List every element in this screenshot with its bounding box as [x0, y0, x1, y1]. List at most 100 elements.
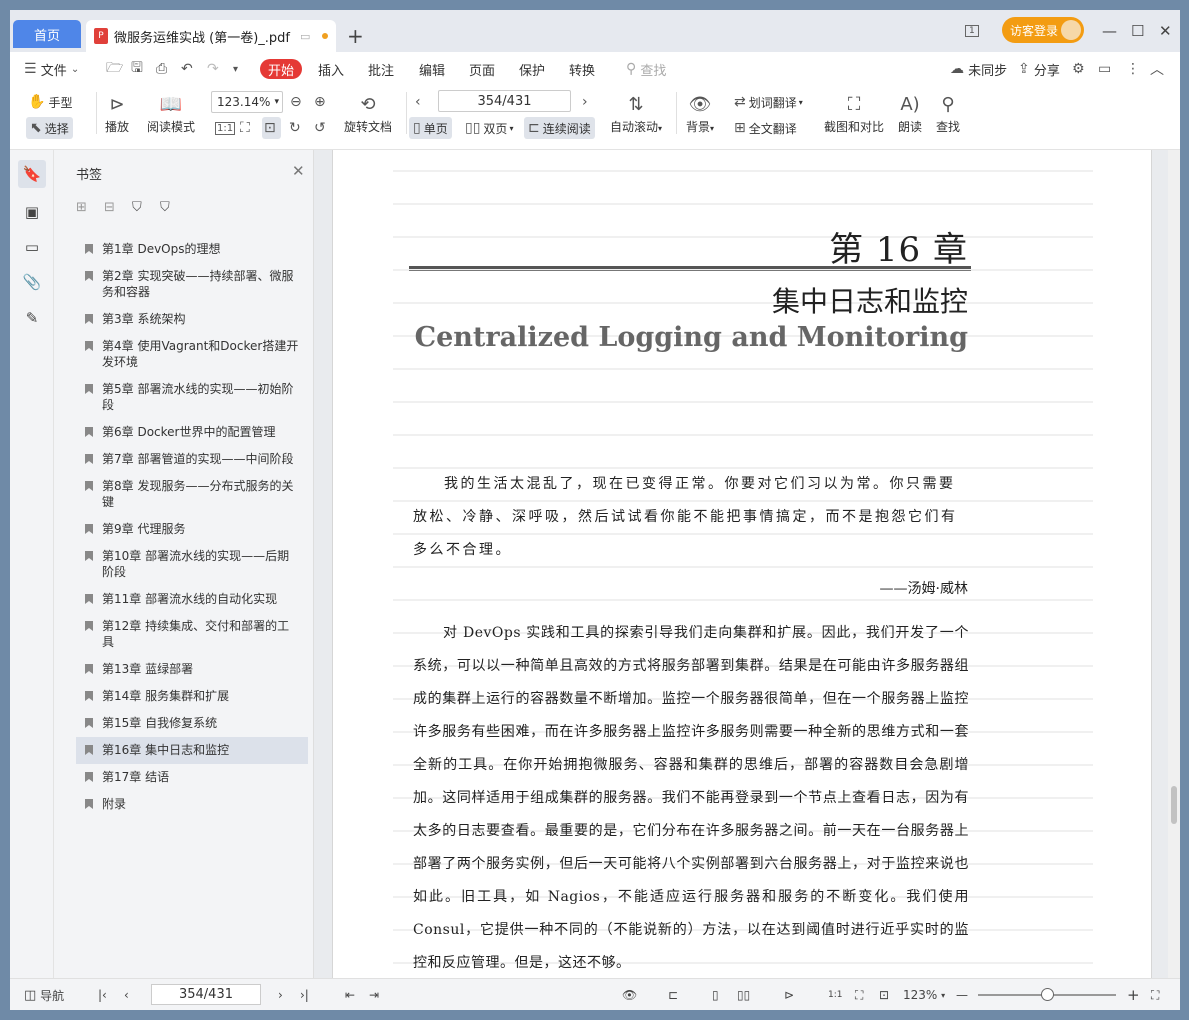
add-bookmark-icon[interactable]: ⊞	[76, 200, 87, 215]
zoom-out-status-icon[interactable]: —	[956, 979, 968, 1010]
auto-scroll-button[interactable]: ⇅ 自动滚动▾	[610, 92, 662, 135]
rotate-right-icon[interactable]: ↻	[289, 117, 304, 139]
open-icon[interactable]: 🗁	[106, 52, 123, 86]
bookmark-item[interactable]: 第2章 实现突破——持续部署、微服务和容器	[76, 263, 308, 306]
fit-page-status-icon[interactable]: ⛶	[855, 979, 863, 1010]
bookmark-item[interactable]: 第8章 发现服务——分布式服务的关键	[76, 473, 308, 516]
tab-start[interactable]: 开始	[260, 59, 303, 79]
zoom-select[interactable]: 123.14% ▾	[211, 91, 283, 113]
bookmark-item[interactable]: 第9章 代理服务	[76, 516, 308, 543]
bookmark-item[interactable]: 第12章 持续集成、交付和部署的工具	[76, 613, 308, 656]
double-page-status-icon[interactable]: ▯▯	[737, 979, 750, 1010]
tab-document[interactable]: P 微服务运维实战 (第一卷)_.pdf ▭	[86, 20, 336, 52]
collapse-ribbon-icon[interactable]: ︿	[1150, 52, 1164, 86]
search-box[interactable]: ⚲ 查找	[626, 52, 666, 86]
bookmark-item[interactable]: 第5章 部署流水线的实现——初始阶段	[76, 376, 308, 419]
screenshot-compare-button[interactable]: ⛶ 截图和对比	[824, 92, 884, 135]
tab-edit[interactable]: 编辑	[419, 52, 445, 86]
rotate-doc-button[interactable]: ⟲ 旋转文档	[344, 92, 392, 135]
more-quick-icon[interactable]: ▾	[233, 52, 238, 86]
zoom-in-icon[interactable]: ⊕	[314, 91, 329, 113]
word-translate-button[interactable]: ⇄ 划词翻译 ▾	[734, 91, 803, 113]
tab-page[interactable]: 页面	[469, 52, 495, 86]
continuous-read-button[interactable]: ⊏ 连续阅读	[524, 117, 595, 139]
sync-status[interactable]: ☁ 未同步	[950, 52, 1007, 86]
bookmark-item[interactable]: 第11章 部署流水线的自动化实现	[76, 586, 308, 613]
read-aloud-button[interactable]: A) 朗读	[898, 92, 922, 135]
scrollbar-thumb[interactable]	[1171, 786, 1177, 824]
thumbnail-icon[interactable]: ▣	[22, 202, 42, 222]
page-count-icon[interactable]: 1	[965, 21, 979, 41]
bookmark-item[interactable]: 第13章 蓝绿部署	[76, 656, 308, 683]
zoom-out-icon[interactable]: ⊖	[290, 91, 305, 113]
double-page-button[interactable]: ▯▯ 双页 ▾	[465, 117, 513, 139]
select-tool[interactable]: ⬉ 选择	[26, 117, 73, 139]
find-button[interactable]: ⚲ 查找	[936, 92, 960, 135]
tab-convert[interactable]: 转换	[569, 52, 595, 86]
vertical-scrollbar[interactable]	[1168, 150, 1180, 978]
bookmark-item[interactable]: 第14章 服务集群和扩展	[76, 683, 308, 710]
device-icon[interactable]: ▭	[300, 30, 310, 43]
eye-protect-icon[interactable]: 👁	[622, 979, 637, 1010]
more-icon[interactable]: ⋮	[1126, 52, 1140, 86]
bookmark-item[interactable]: 第17章 结语	[76, 764, 308, 791]
new-tab-button[interactable]: +	[347, 24, 364, 48]
single-page-button[interactable]: ▯ 单页	[409, 117, 452, 139]
share-button[interactable]: ⇪ 分享	[1018, 52, 1060, 86]
actual-size-status-icon[interactable]: 1:1	[828, 979, 842, 1010]
rotate-left-icon[interactable]: ↺	[314, 117, 329, 139]
bookmark-item[interactable]: 附录	[76, 791, 308, 818]
next-page-status-icon[interactable]: ›	[278, 979, 283, 1010]
fit-width-icon[interactable]: ⊡	[262, 117, 281, 139]
guest-login-button[interactable]: 访客登录	[1002, 17, 1084, 43]
page-number-input[interactable]: 354/431	[438, 90, 571, 112]
maximize-icon[interactable]: ☐	[1131, 22, 1144, 40]
background-button[interactable]: 👁 背景▾	[686, 92, 714, 135]
zoom-slider-knob[interactable]	[1041, 988, 1054, 1001]
document-viewport[interactable]: 第 16 章 集中日志和监控 Centralized Logging and M…	[314, 150, 1180, 978]
close-panel-icon[interactable]: ✕	[292, 162, 305, 180]
fullscreen-icon[interactable]: ⛶	[1151, 979, 1159, 1010]
zoom-in-status-icon[interactable]: +	[1127, 979, 1140, 1010]
single-page-status-icon[interactable]: ▯	[712, 979, 719, 1010]
bookmark-item[interactable]: 第1章 DevOps的理想	[76, 236, 308, 263]
comment-icon[interactable]: ▭	[1098, 52, 1111, 86]
save-icon[interactable]: 🖫	[131, 52, 143, 86]
prev-page-status-icon[interactable]: ‹	[124, 979, 129, 1010]
redo-icon[interactable]: ↷	[207, 52, 219, 86]
status-page-input[interactable]: 354/431	[151, 984, 261, 1005]
last-page-icon[interactable]: ›|	[300, 979, 309, 1010]
tab-home[interactable]: 首页	[13, 20, 81, 48]
remove-bookmark-icon[interactable]: ⊟	[104, 200, 115, 215]
fit-width-status-icon[interactable]: ⊡	[879, 979, 889, 1010]
annotation-icon[interactable]: ▭	[22, 237, 42, 257]
bookmark-item[interactable]: 第10章 部署流水线的实现——后期阶段	[76, 543, 308, 586]
zoom-level[interactable]: 123% ▾	[903, 979, 945, 1010]
prev-page-icon[interactable]: ‹	[415, 91, 424, 113]
close-icon[interactable]: ✕	[1159, 22, 1172, 40]
tab-protect[interactable]: 保护	[519, 52, 545, 86]
tab-annotate[interactable]: 批注	[368, 52, 394, 86]
actual-size-icon[interactable]: 1:1	[215, 117, 238, 139]
forward-icon[interactable]: ⇥	[369, 979, 379, 1010]
bookmark-icon[interactable]: ⛉	[160, 200, 170, 215]
play-button[interactable]: ⊳ 播放	[105, 92, 129, 135]
bookmark-item[interactable]: 第16章 集中日志和监控	[76, 737, 308, 764]
bookmark-item[interactable]: 第6章 Docker世界中的配置管理	[76, 419, 308, 446]
fit-page-icon[interactable]: ⛶	[240, 117, 253, 139]
navigation-toggle[interactable]: ◫ 导航	[24, 979, 64, 1010]
attachment-icon[interactable]: 📎	[22, 272, 42, 292]
bookmark-item[interactable]: 第3章 系统架构	[76, 306, 308, 333]
read-mode-button[interactable]: 📖 阅读模式	[147, 92, 195, 135]
next-page-icon[interactable]: ›	[582, 91, 591, 113]
bookmark-item[interactable]: 第15章 自我修复系统	[76, 710, 308, 737]
bookmark-item[interactable]: 第4章 使用Vagrant和Docker搭建开发环境	[76, 333, 308, 376]
full-translate-button[interactable]: ⊞ 全文翻译	[734, 117, 797, 139]
signature-icon[interactable]: ✎	[22, 308, 42, 328]
undo-icon[interactable]: ↶	[181, 52, 193, 86]
file-menu[interactable]: ☰ 文件 ⌄	[24, 52, 79, 86]
bookmark-item[interactable]: 第7章 部署管道的实现——中间阶段	[76, 446, 308, 473]
hand-tool[interactable]: ✋ 手型	[28, 91, 72, 113]
play-status-icon[interactable]: ⊳	[784, 979, 794, 1010]
tab-insert[interactable]: 插入	[318, 52, 344, 86]
